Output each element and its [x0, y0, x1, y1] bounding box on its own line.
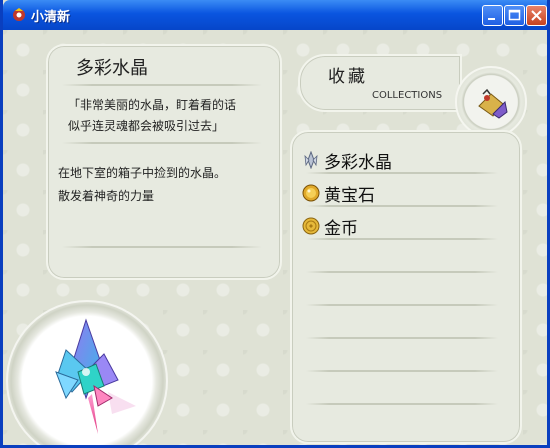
list-item-label: 多彩水晶 — [324, 153, 392, 173]
list-item-label: 黄宝石 — [324, 186, 375, 206]
row-divider — [306, 238, 498, 240]
topaz-icon — [302, 184, 320, 202]
app-window: 小清新 多彩水晶 「非常美丽的水晶，盯着看的话 似乎连灵魂都会被吸引过去」 在地… — [0, 0, 550, 448]
app-icon — [13, 8, 25, 21]
client-area: 多彩水晶 「非常美丽的水晶，盯着看的话 似乎连灵魂都会被吸引过去」 在地下室的箱… — [3, 30, 547, 445]
item-preview — [6, 300, 168, 445]
divider — [62, 142, 262, 144]
maximize-button[interactable] — [504, 5, 525, 26]
row-divider — [306, 370, 498, 372]
list-item-label: 金币 — [324, 219, 358, 239]
collections-header: 收藏 COLLECTIONS — [298, 54, 462, 112]
item-name: 多彩水晶 — [76, 58, 148, 79]
rainbow-crystal-icon — [55, 318, 136, 434]
row-divider — [306, 172, 498, 174]
item-quote-line-1: 「非常美丽的水晶，盯着看的话 — [68, 98, 237, 112]
item-description-line-2: 散发着神奇的力量 — [58, 189, 155, 203]
collections-list: 多彩水晶 黄宝石 金币 — [290, 130, 522, 444]
minimize-button[interactable] — [482, 5, 503, 26]
row-divider — [306, 337, 498, 339]
item-description-line-1: 在地下室的箱子中捡到的水晶。 — [58, 166, 227, 180]
row-divider — [306, 403, 498, 405]
title-bar[interactable]: 小清新 — [3, 0, 547, 30]
window-title: 小清新 — [31, 10, 71, 25]
close-icon — [531, 10, 542, 21]
collection-bag-icon — [478, 88, 508, 119]
collections-subtitle: COLLECTIONS — [372, 90, 443, 101]
divider — [62, 84, 262, 86]
maximize-icon — [508, 9, 521, 21]
crystal-icon — [304, 151, 318, 169]
divider — [62, 246, 262, 248]
item-quote-line-2: 似乎连灵魂都会被吸引过去」 — [68, 119, 225, 133]
row-divider — [306, 271, 498, 273]
collections-title: 收藏 — [328, 67, 368, 87]
minimize-icon — [488, 18, 495, 20]
collections-badge[interactable] — [455, 66, 527, 138]
row-divider — [306, 304, 498, 306]
item-detail-card: 多彩水晶 「非常美丽的水晶，盯着看的话 似乎连灵魂都会被吸引过去」 在地下室的箱… — [46, 44, 282, 280]
gold-coin-icon — [302, 217, 320, 235]
close-button[interactable] — [526, 5, 547, 26]
row-divider — [306, 205, 498, 207]
